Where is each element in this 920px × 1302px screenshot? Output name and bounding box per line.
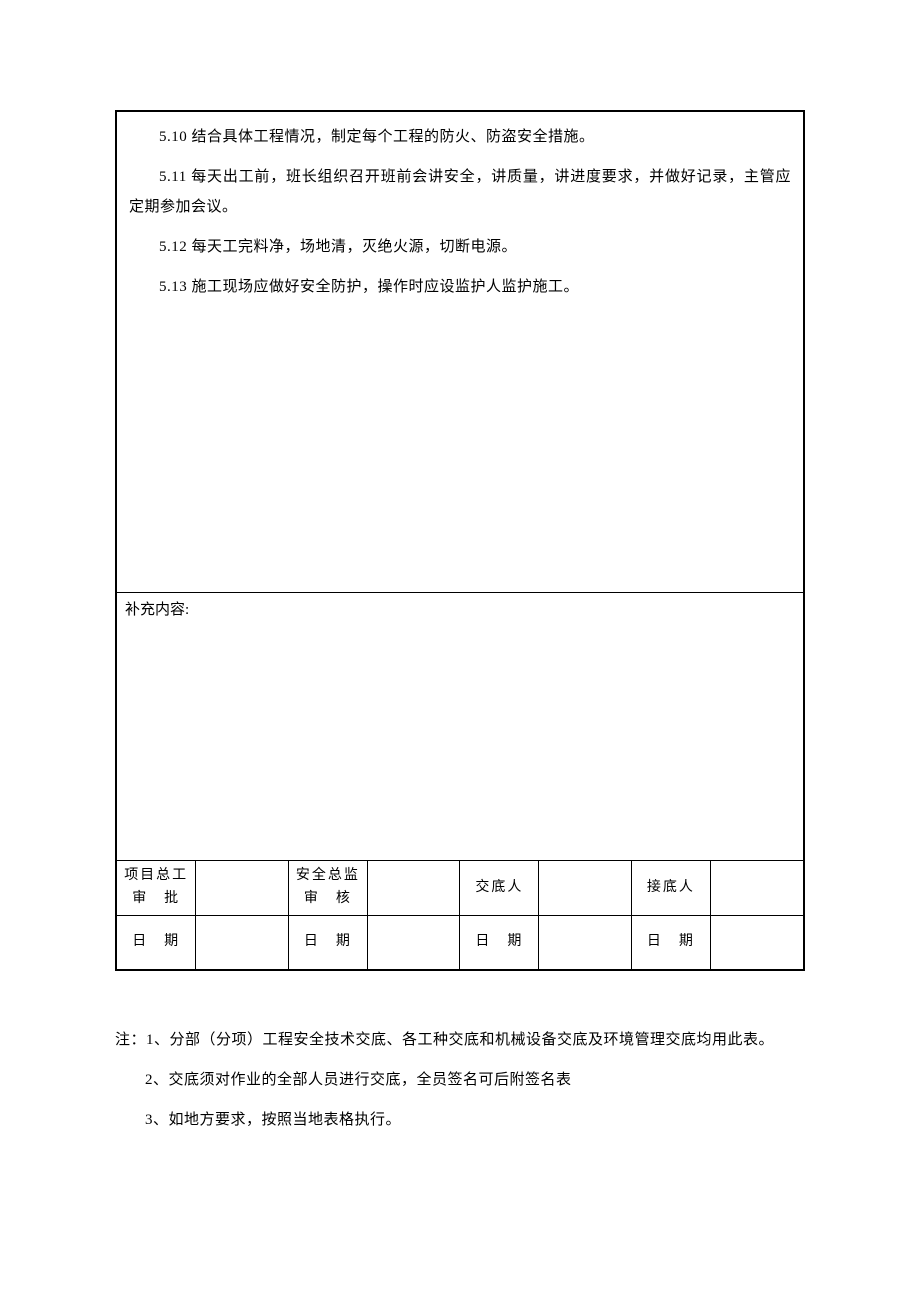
label-safety-supervisor-review: 安全总监审 核 <box>288 861 367 915</box>
label-date-2: 日 期 <box>288 915 367 969</box>
value-date-3[interactable] <box>539 915 632 969</box>
value-project-chief-approval[interactable] <box>196 861 289 915</box>
value-receiver[interactable] <box>710 861 803 915</box>
label-date-4: 日 期 <box>631 915 710 969</box>
paragraph-5-10: 5.10 结合具体工程情况，制定每个工程的防火、防盗安全措施。 <box>129 122 791 152</box>
value-date-1[interactable] <box>196 915 289 969</box>
label-receiver: 接底人 <box>631 861 710 915</box>
label-disclosure-person: 交底人 <box>460 861 539 915</box>
form-table: 5.10 结合具体工程情况，制定每个工程的防火、防盗安全措施。 5.11 每天出… <box>115 110 805 971</box>
paragraph-5-11: 5.11 每天出工前，班长组织召开班前会讲安全，讲质量，讲进度要求，并做好记录，… <box>129 162 791 222</box>
paragraph-5-13: 5.13 施工现场应做好安全防护，操作时应设监护人监护施工。 <box>129 272 791 302</box>
label-date-3: 日 期 <box>460 915 539 969</box>
label-date-1: 日 期 <box>117 915 196 969</box>
notes-section: 注：1、分部（分项）工程安全技术交底、各工种交底和机械设备交底及环境管理交底均用… <box>115 1025 805 1135</box>
note-2: 2、交底须对作业的全部人员进行交底，全员签名可后附签名表 <box>115 1065 805 1095</box>
value-date-4[interactable] <box>710 915 803 969</box>
value-date-2[interactable] <box>367 915 460 969</box>
value-disclosure-person[interactable] <box>539 861 632 915</box>
note-3: 3、如地方要求，按照当地表格执行。 <box>115 1105 805 1135</box>
signature-table: 项目总工审 批 安全总监审 核 交底人 接底人 日 期 日 期 日 期 日 期 <box>117 861 803 969</box>
main-content-cell: 5.10 结合具体工程情况，制定每个工程的防火、防盗安全措施。 5.11 每天出… <box>117 112 803 593</box>
value-safety-supervisor-review[interactable] <box>367 861 460 915</box>
paragraph-5-12: 5.12 每天工完料净，场地清，灭绝火源，切断电源。 <box>129 232 791 262</box>
label-project-chief-approval: 项目总工审 批 <box>117 861 196 915</box>
page: 5.10 结合具体工程情况，制定每个工程的防火、防盗安全措施。 5.11 每天出… <box>0 0 920 1302</box>
supplement-cell: 补充内容: <box>117 593 803 861</box>
supplement-label: 补充内容: <box>125 602 189 618</box>
note-1: 注：1、分部（分项）工程安全技术交底、各工种交底和机械设备交底及环境管理交底均用… <box>115 1025 805 1055</box>
